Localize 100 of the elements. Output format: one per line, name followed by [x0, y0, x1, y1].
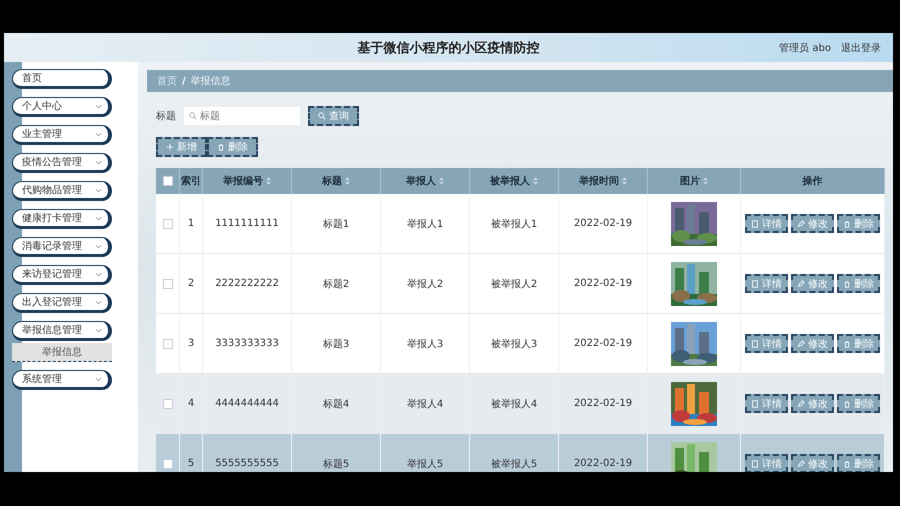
logout-link[interactable]: 退出登录 [841, 40, 881, 54]
sidebar-item[interactable]: 疫情公告管理 [12, 153, 112, 173]
table-cell: 2022-02-19 [574, 398, 632, 409]
edit-button[interactable]: 修改 [791, 394, 834, 413]
table-row[interactable]: 4 4444444444 标题4 举报人4 被举报人4 2022-02-19 详情 修改 删除 [156, 374, 885, 434]
chevron-icon [95, 328, 102, 332]
pencil-icon [797, 220, 805, 228]
delete-button[interactable]: 删除 [837, 394, 880, 413]
select-all-checkbox[interactable] [162, 176, 172, 186]
delete-button[interactable]: 删除 [837, 274, 880, 293]
sidebar-item[interactable]: 举报信息管理 [12, 321, 112, 341]
add-button[interactable]: 新增 [156, 137, 207, 157]
table-row[interactable]: 3 3333333333 标题3 举报人3 被举报人3 2022-02-19 详情 修改 删除 [156, 314, 885, 374]
table-cell-text: 被举报人5 [490, 458, 538, 470]
table-cell: 5555555555 [215, 458, 279, 469]
table-cell-text: 被举报人3 [490, 338, 538, 350]
sort-icon[interactable] [703, 177, 708, 185]
table-cell: 2022-02-19 [574, 458, 632, 469]
breadcrumb-item[interactable]: 首页 [157, 74, 177, 88]
detail-button[interactable]: 详情 [745, 334, 788, 353]
row-checkbox[interactable] [162, 218, 172, 228]
column-header: 索引 [181, 174, 201, 188]
column-header: 标题 [322, 174, 342, 188]
chevron-icon [95, 244, 102, 248]
edit-button[interactable]: 修改 [791, 274, 834, 293]
table-row[interactable]: 1 1111111111 标题1 举报人1 被举报人1 2022-02-19 详情 修改 删除 [156, 194, 885, 254]
table-cell: 1 [188, 218, 194, 229]
table-cell: 2022-02-19 [574, 278, 632, 289]
chevron-icon [95, 104, 102, 108]
trash-icon [217, 143, 225, 151]
detail-button[interactable]: 详情 [745, 214, 788, 233]
delete-button[interactable]: 删除 [837, 334, 880, 353]
column-header: 举报编号 [223, 174, 263, 188]
table-cell: 3333333333 [215, 338, 279, 349]
edit-button[interactable]: 修改 [791, 334, 834, 353]
row-checkbox[interactable] [162, 338, 172, 348]
chevron-icon [95, 376, 102, 382]
search-icon [318, 112, 326, 120]
sidebar-item[interactable]: 个人中心 [12, 97, 112, 117]
sort-icon[interactable] [533, 177, 538, 185]
query-button[interactable]: 查询 [308, 106, 359, 126]
table-row[interactable]: 2 2222222222 标题2 举报人2 被举报人2 2022-02-19 详情 修改 删除 [156, 254, 885, 314]
table-cell-text: 标题2 [322, 278, 350, 290]
table-cell: 2022-02-19 [574, 218, 632, 229]
user-label: 管理员 abo [779, 42, 831, 54]
table-cell: 4 [188, 398, 194, 409]
sort-icon[interactable] [266, 177, 271, 185]
search-field[interactable]: 标题 [184, 107, 300, 125]
sort-icon[interactable] [345, 177, 350, 185]
detail-button[interactable]: 详情 [745, 274, 788, 293]
table-row[interactable]: 5 5555555555 标题5 举报人5 被举报人5 2022-02-19 详情 修改 删除 [156, 434, 885, 472]
column-header: 举报时间 [579, 174, 619, 188]
row-checkbox[interactable] [162, 458, 172, 468]
table-cell-text: 标题3 [322, 338, 350, 350]
row-checkbox[interactable] [162, 398, 172, 408]
sidebar-item[interactable]: 业主管理 [12, 125, 112, 145]
trash-icon [843, 460, 851, 468]
edit-button[interactable]: 修改 [791, 454, 834, 472]
breadcrumb-item: 举报信息 [190, 74, 231, 88]
table-cell-text: 标题5 [322, 458, 350, 470]
trash-icon [843, 400, 851, 408]
chevron-icon [95, 216, 102, 220]
detail-button[interactable]: 详情 [745, 394, 788, 413]
sidebar-item[interactable]: 系统管理 [12, 370, 112, 390]
breadcrumb-separator: / [182, 76, 186, 86]
pencil-icon [797, 280, 805, 288]
column-header: 操作 [802, 174, 822, 188]
sidebar-item[interactable]: 健康打卡管理 [12, 209, 112, 229]
sidebar-item[interactable]: 来访登记管理 [12, 265, 112, 285]
pencil-icon [797, 340, 805, 348]
sidebar-item[interactable]: 代购物品管理 [12, 181, 112, 201]
delete-button[interactable]: 删除 [837, 454, 880, 472]
sort-icon[interactable] [622, 177, 627, 185]
app-title: 基于微信小程序的小区疫情防控 [358, 40, 540, 56]
document-icon [751, 340, 759, 348]
table-cell-text: 被举报人1 [490, 218, 538, 230]
sidebar-subitem[interactable]: 举报信息 [12, 343, 112, 362]
table-cell-text: 举报人3 [406, 338, 444, 350]
document-icon [751, 460, 759, 468]
sidebar-item[interactable]: 出入登记管理 [12, 293, 112, 313]
row-checkbox[interactable] [162, 278, 172, 288]
table-cell: 5 [188, 458, 194, 469]
delete-button[interactable]: 删除 [207, 137, 258, 157]
sidebar-item[interactable]: 消毒记录管理 [12, 237, 112, 257]
sort-icon[interactable] [439, 177, 444, 185]
chevron-icon [95, 160, 102, 164]
trash-icon [843, 220, 851, 228]
detail-button[interactable]: 详情 [745, 454, 788, 472]
edit-button[interactable]: 修改 [791, 214, 834, 233]
table-cell-text: 举报人1 [406, 218, 444, 230]
pencil-icon [797, 400, 805, 408]
sidebar-item[interactable]: 首页 [12, 69, 112, 89]
document-icon [751, 220, 759, 228]
table-cell-text: 被举报人2 [490, 278, 538, 290]
table-cell: 2222222222 [215, 278, 279, 289]
delete-button[interactable]: 删除 [837, 214, 880, 233]
table-cell: 2022-02-19 [574, 338, 632, 349]
plus-icon [166, 143, 174, 151]
table-cell: 3 [188, 338, 194, 349]
trash-icon [843, 340, 851, 348]
